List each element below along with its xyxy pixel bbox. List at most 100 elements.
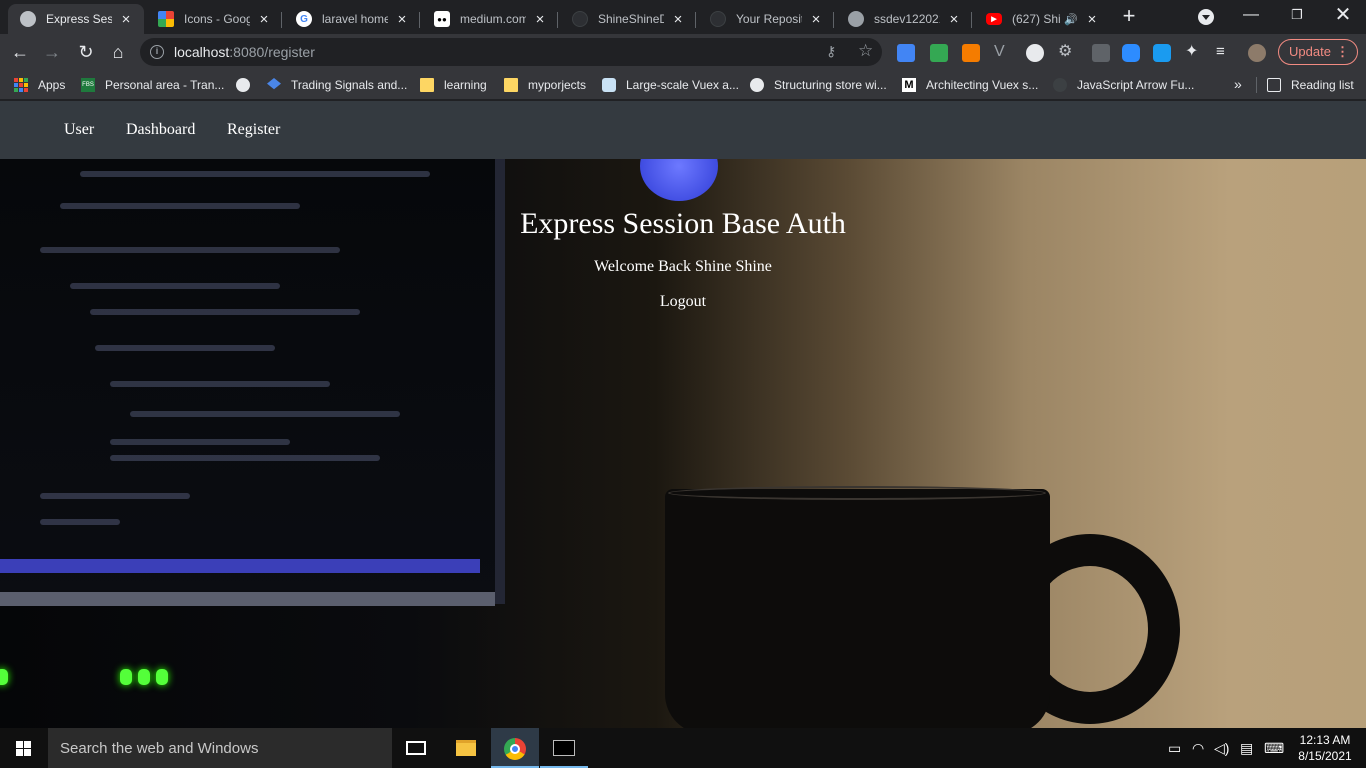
reading-list-button[interactable]: Reading list <box>1267 77 1354 93</box>
bookmark-large-scale-vuex[interactable]: Large-scale Vuex a... <box>602 77 739 93</box>
more-bookmarks-icon[interactable]: » <box>1234 76 1242 92</box>
terminal-taskbar-button[interactable] <box>540 728 588 768</box>
tab-express-session[interactable]: Express Session × <box>8 4 144 34</box>
bookmark-folder-learning[interactable]: learning <box>420 77 487 93</box>
media-queue-icon[interactable]: ≡ <box>1216 44 1234 62</box>
wifi-icon[interactable]: ◠ <box>1192 740 1204 757</box>
tab-search-icon[interactable] <box>1198 9 1214 25</box>
back-icon[interactable]: ← <box>6 38 34 66</box>
tab-title: Icons - Google <box>184 12 250 26</box>
medium-icon: M <box>902 78 916 92</box>
speaker-icon[interactable]: 🔊 <box>1064 13 1078 26</box>
forward-icon[interactable]: → <box>38 38 66 66</box>
taskbar-search-placeholder: Search the web and Windows <box>60 740 259 757</box>
bookmark-apps[interactable]: Apps <box>14 77 65 93</box>
update-label: Update <box>1289 44 1331 59</box>
bookmark-trading-signals[interactable]: Trading Signals and... <box>267 77 407 93</box>
globe-icon <box>848 11 864 27</box>
coffee-mug-rim <box>668 486 1046 500</box>
bookmark-label: Apps <box>38 78 66 92</box>
close-tab-icon[interactable]: × <box>118 11 134 28</box>
close-tab-icon[interactable]: × <box>946 11 962 28</box>
extension-badge-icon[interactable] <box>930 44 948 62</box>
tab-github-repo[interactable]: Your Reposito × <box>698 4 834 34</box>
puzzle-icon[interactable]: ✦ <box>1185 44 1203 62</box>
star-icon[interactable]: ☆ <box>858 41 873 61</box>
close-tab-icon[interactable]: × <box>808 11 824 28</box>
tab-ssdev[interactable]: ssdev122021. × <box>836 4 972 34</box>
avatar[interactable] <box>1248 44 1266 62</box>
battery-icon[interactable]: ▭ <box>1168 740 1181 757</box>
keyboard-icon[interactable]: ⌨ <box>1264 740 1284 757</box>
nav-link-register[interactable]: Register <box>227 121 280 139</box>
tab-separator <box>695 12 696 28</box>
volume-icon[interactable]: ◁) <box>1214 740 1229 757</box>
new-tab-button[interactable]: + <box>1118 5 1140 28</box>
bookmark-personal-area[interactable]: FBS Personal area - Tran... <box>81 77 224 93</box>
globe-icon <box>236 78 250 92</box>
zoom-extension-icon[interactable] <box>1122 44 1140 62</box>
google-fonts-icon <box>158 11 174 27</box>
close-tab-icon[interactable]: × <box>532 11 548 28</box>
key-extension-icon[interactable] <box>1153 44 1171 62</box>
github-icon <box>572 11 588 27</box>
minimize-icon[interactable]: — <box>1228 0 1274 32</box>
globe-icon <box>20 11 36 27</box>
code-line <box>80 171 430 177</box>
kebab-menu-icon: ⋮ <box>1336 44 1349 59</box>
tab-title: (627) Shi <box>1012 12 1061 26</box>
site-info-icon[interactable]: i <box>150 45 164 59</box>
gear-extension-icon[interactable]: ⚙ <box>1058 44 1076 62</box>
start-button[interactable] <box>0 728 48 768</box>
off-extension-icon[interactable] <box>962 44 980 62</box>
window-close-icon[interactable]: ✕ <box>1320 0 1366 32</box>
bookmark-label: Architecting Vuex s... <box>926 78 1039 92</box>
address-bar[interactable]: i localhost:8080/register ⚷ ☆ <box>140 38 882 66</box>
task-view-icon <box>406 741 426 755</box>
circle-extension-icon[interactable] <box>1026 44 1044 62</box>
terminal-icon <box>553 740 575 756</box>
bookmark-structuring-store[interactable]: Structuring store wi... <box>750 77 887 93</box>
restore-icon[interactable]: ❐ <box>1274 0 1320 32</box>
nav-link-dashboard[interactable]: Dashboard <box>126 121 195 139</box>
bookmark-javascript-arrow[interactable]: JavaScript Arrow Fu... <box>1053 77 1194 93</box>
page-viewport: User Dashboard Register Express Session … <box>0 101 1366 728</box>
bookmark-architecting-vuex[interactable]: M Architecting Vuex s... <box>902 77 1038 93</box>
file-explorer-button[interactable] <box>442 728 490 768</box>
tab-github-shineshine[interactable]: ShineShineDe × <box>560 4 696 34</box>
taskbar-search-box[interactable]: Search the web and Windows <box>48 728 392 768</box>
bookmark-label: Structuring store wi... <box>774 78 887 92</box>
close-tab-icon[interactable]: × <box>1084 11 1100 28</box>
windows-logo-icon <box>16 741 32 756</box>
close-tab-icon[interactable]: × <box>394 11 410 28</box>
vue-devtools-icon[interactable]: V <box>994 44 1012 62</box>
tab-youtube[interactable]: ▶ (627) Shi 🔊 × <box>974 4 1110 34</box>
translate-extension-icon[interactable] <box>897 44 915 62</box>
url-path: :8080/register <box>229 44 315 60</box>
picker-extension-icon[interactable] <box>1092 44 1110 62</box>
tab-medium[interactable]: ●● medium.com × <box>422 4 558 34</box>
key-icon[interactable]: ⚷ <box>826 43 836 60</box>
notifications-icon[interactable]: ▤ <box>1240 740 1253 757</box>
tab-title: laravel homes <box>322 12 388 26</box>
reload-icon[interactable]: ↻ <box>72 38 100 66</box>
task-view-button[interactable] <box>392 728 440 768</box>
home-icon[interactable]: ⌂ <box>104 38 132 66</box>
tab-separator <box>557 12 558 28</box>
chrome-taskbar-button[interactable] <box>491 728 539 768</box>
clock-time: 12:13 AM <box>1299 733 1351 747</box>
tab-laravel[interactable]: G laravel homes × <box>284 4 420 34</box>
update-button[interactable]: Update ⋮ <box>1278 39 1358 65</box>
close-tab-icon[interactable]: × <box>670 11 686 28</box>
url-text[interactable]: localhost:8080/register <box>174 44 315 60</box>
led-light <box>156 669 168 685</box>
nav-link-user[interactable]: User <box>64 121 94 139</box>
bookmark-globe[interactable] <box>236 77 260 93</box>
blue-light-bokeh <box>640 159 718 201</box>
clock[interactable]: 12:13 AM 8/15/2021 <box>1294 732 1356 764</box>
close-tab-icon[interactable]: × <box>256 11 272 28</box>
code-line <box>40 493 190 499</box>
logout-link[interactable]: Logout <box>660 293 706 310</box>
tab-icons-google[interactable]: Icons - Google × <box>146 4 282 34</box>
bookmark-folder-myporjects[interactable]: myporjects <box>504 77 586 93</box>
